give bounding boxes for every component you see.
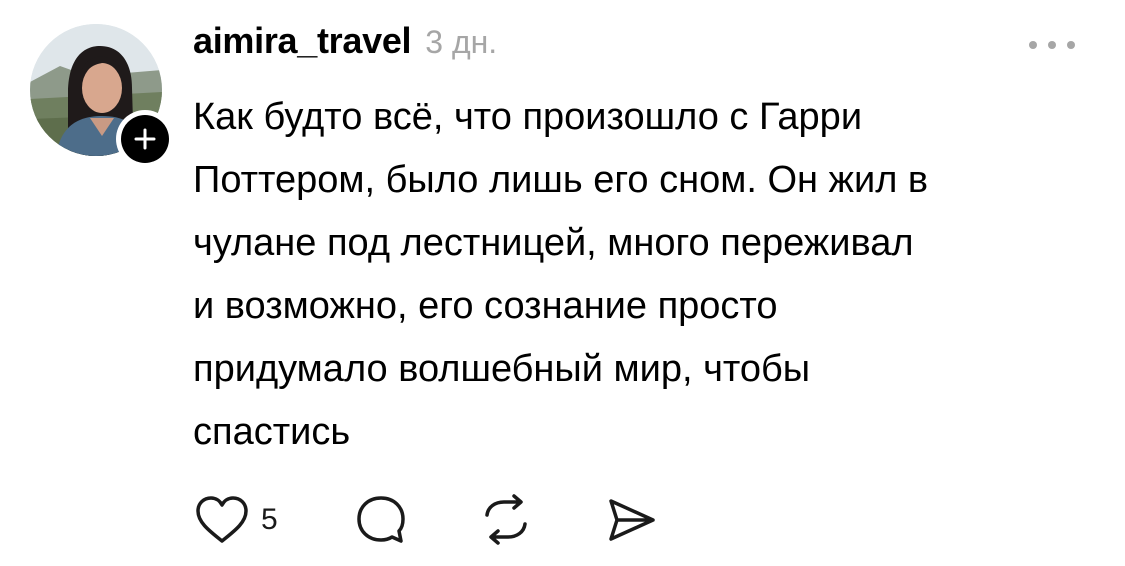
post-text-line: Как будто всё, что произошло с Гарри	[193, 96, 863, 138]
repost-icon	[485, 494, 527, 545]
share-icon	[609, 499, 655, 541]
more-icon	[1029, 41, 1075, 49]
post-text-line: придумало волшебный мир, чтобы	[193, 348, 811, 390]
share-button[interactable]	[603, 492, 659, 548]
post-text-line: чулане под лестницей, много переживал	[193, 222, 914, 264]
post-text-line: спастись	[193, 411, 351, 453]
comment-icon	[357, 496, 405, 543]
plus-icon	[121, 115, 169, 163]
post-text-line: и возможно, его сознание просто	[193, 285, 778, 327]
repost-button[interactable]	[478, 492, 534, 548]
like-button[interactable]: 5	[193, 492, 278, 548]
follow-button[interactable]	[116, 110, 174, 168]
more-options-button[interactable]	[1022, 30, 1082, 60]
avatar-container	[30, 24, 174, 168]
heart-icon	[196, 496, 248, 543]
username-link[interactable]: aimira_travel	[193, 20, 412, 62]
post-header: aimira_travel 3 дн.	[193, 20, 497, 70]
comment-button[interactable]	[353, 492, 409, 548]
post-text: Как будто всё, что произошло с Гарри Пот…	[193, 86, 1103, 464]
action-bar: 5	[193, 492, 693, 548]
post: aimira_travel 3 дн. Как будто всё, что п…	[0, 0, 1125, 566]
like-count: 5	[261, 503, 278, 536]
timestamp: 3 дн.	[425, 24, 498, 60]
post-text-line: Поттером, было лишь его сном. Он жил в	[193, 159, 929, 201]
